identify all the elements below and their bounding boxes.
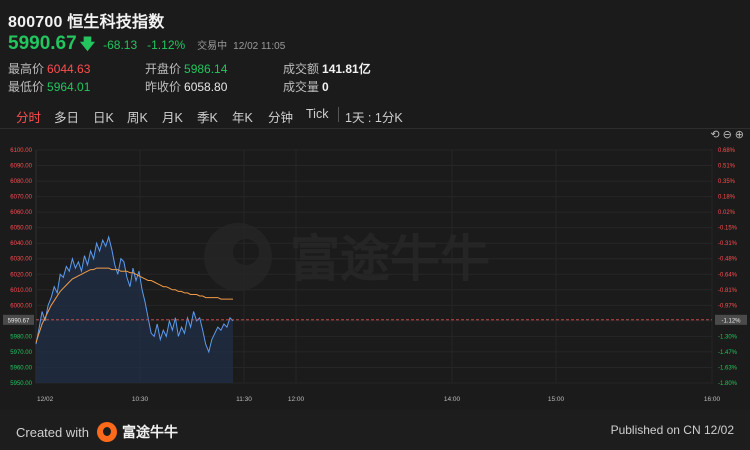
x-tick-label: 10:30 [132, 396, 149, 403]
tab-tick[interactable]: Tick [306, 107, 328, 121]
y-right-tick-label: -0.48% [718, 257, 738, 263]
y-right-tick-label: -1.63% [718, 365, 738, 371]
stat-volume: 成交量 0 [283, 78, 329, 95]
range-selector[interactable]: 1天 : 1分K [345, 107, 403, 126]
y-left-tick-label: 6090.00 [10, 164, 32, 170]
x-tick-label: 16:00 [704, 396, 721, 403]
y-right-tick-label: 0.02% [718, 210, 736, 216]
tab-minute[interactable]: 分钟 [268, 107, 293, 126]
footer-brand: 富途牛牛 [121, 424, 178, 440]
price-change: -68.13 [103, 38, 138, 52]
footer-created-text: Created with [16, 424, 89, 440]
stat-label: 昨收价 [145, 80, 182, 94]
quote-datetime: 12/02 11:05 [233, 41, 286, 52]
x-tick-label: 12/02 [37, 396, 54, 403]
y-left-tick-label: 6040.00 [10, 241, 32, 247]
y-left-tick-label: 6020.00 [10, 272, 32, 278]
tab-divider [338, 107, 339, 122]
stat-label: 最高价 [8, 62, 45, 76]
price-change-percent: -1.12% [147, 38, 186, 52]
intraday-chart[interactable]: 富途牛牛 6100.00 0.68% 6090.00 0.51% 6080.00 0.35… [0, 140, 750, 410]
stats-panel: 最高价 6044.63 开盘价 5986.14 成交额 141.81亿 最低价 5964… [8, 60, 408, 94]
tab-yearly-k[interactable]: 年K [232, 107, 253, 126]
stat-high: 最高价 6044.63 [8, 60, 90, 77]
tab-monthly-k[interactable]: 月K [162, 107, 183, 126]
watermark: 富途牛牛 [204, 223, 490, 291]
y-left-tick-label: 5950.00 [10, 381, 32, 387]
y-right-tick-label: 0.18% [718, 195, 736, 201]
y-right-tick-label: 0.35% [718, 179, 736, 185]
y-left-tick-label: 6070.00 [10, 195, 32, 201]
footer-created: Created with 富途牛牛 [16, 422, 178, 442]
stat-low: 最低价 5964.01 [8, 78, 90, 95]
y-left-tick-label: 5960.00 [10, 365, 32, 371]
arrow-down-icon: 🡇 [79, 36, 96, 53]
y-right-tick-label: -0.31% [718, 241, 738, 247]
trading-status: 交易中 [197, 41, 228, 52]
y-right-tick-label: -1.30% [718, 334, 738, 340]
tab-intraday[interactable]: 分时 [16, 107, 41, 126]
tab-multi-day[interactable]: 多日 [54, 107, 79, 126]
stat-value: 6044.63 [47, 62, 91, 76]
y-right-tick-label: -0.15% [718, 226, 738, 232]
y-left-tick-label: 6050.00 [10, 226, 32, 232]
y-left-tick-label: 6060.00 [10, 210, 32, 216]
futu-logo-icon [96, 422, 117, 442]
y-right-tick-label: 0.68% [718, 148, 736, 154]
stock-quote-window: 800700 恒生科技指数 5990.67 🡇 -68.13 -1.12% 交易… [0, 0, 750, 450]
x-tick-label: 11:30 [236, 396, 252, 403]
stat-label: 成交额 [283, 62, 320, 76]
stat-open: 开盘价 5986.14 [145, 60, 227, 77]
tab-quarterly-k[interactable]: 季K [197, 107, 218, 126]
y-left-tick-label: 5980.00 [10, 334, 32, 340]
y-left-tick-label: 6010.00 [10, 288, 32, 294]
y-right-tick-label: -0.97% [718, 303, 738, 309]
stat-turnover: 成交额 141.81亿 [283, 60, 371, 77]
y-left-tick-label: 6100.00 [10, 148, 32, 154]
period-tabs: 分时 多日 日K 周K 月K 季K 年K 分钟 Tick 1天 : 1分K [0, 102, 750, 129]
current-price-tag-label: 5990.67 [8, 318, 30, 324]
y-left-tick-label: 6000.00 [10, 303, 32, 309]
last-price: 5990.67 [8, 33, 77, 54]
y-right-tick-label: -0.64% [718, 272, 738, 278]
stat-prev-close: 昨收价 6058.80 [145, 78, 227, 95]
x-tick-label: 14:00 [444, 396, 461, 403]
index-title: 800700 恒生科技指数 [8, 14, 165, 31]
stat-label: 成交量 [283, 80, 320, 94]
y-right-tick-label: -0.81% [718, 288, 738, 294]
y-left-tick-label: 5970.00 [10, 350, 32, 356]
y-left-tick-label: 6030.00 [10, 257, 32, 263]
stat-label: 最低价 [8, 80, 45, 94]
stat-value: 0 [322, 80, 329, 94]
y-right-tick-label: -1.47% [718, 350, 738, 356]
stat-value: 141.81亿 [322, 62, 371, 76]
x-tick-label: 15:00 [548, 396, 565, 403]
y-right-tick-label: -1.80% [718, 381, 738, 387]
stat-value: 5986.14 [184, 62, 228, 76]
footer-published: Published on CN 12/02 [610, 423, 734, 437]
x-tick-label: 12:00 [288, 396, 305, 403]
stat-value: 5964.01 [47, 80, 91, 94]
y-right-tick-label: 0.51% [718, 164, 736, 170]
stat-value: 6058.80 [184, 80, 228, 94]
footer: Created with 富途牛牛 Published on CN 12/02 [0, 410, 750, 450]
price-row: 5990.67 🡇 -68.13 -1.12% 交易中 12/02 11:05 [8, 33, 285, 59]
stat-label: 开盘价 [145, 62, 182, 76]
tab-daily-k[interactable]: 日K [93, 107, 114, 126]
tab-weekly-k[interactable]: 周K [127, 107, 148, 126]
current-pct-tag-label: -1.12% [721, 318, 741, 324]
y-left-tick-label: 6080.00 [10, 179, 32, 185]
